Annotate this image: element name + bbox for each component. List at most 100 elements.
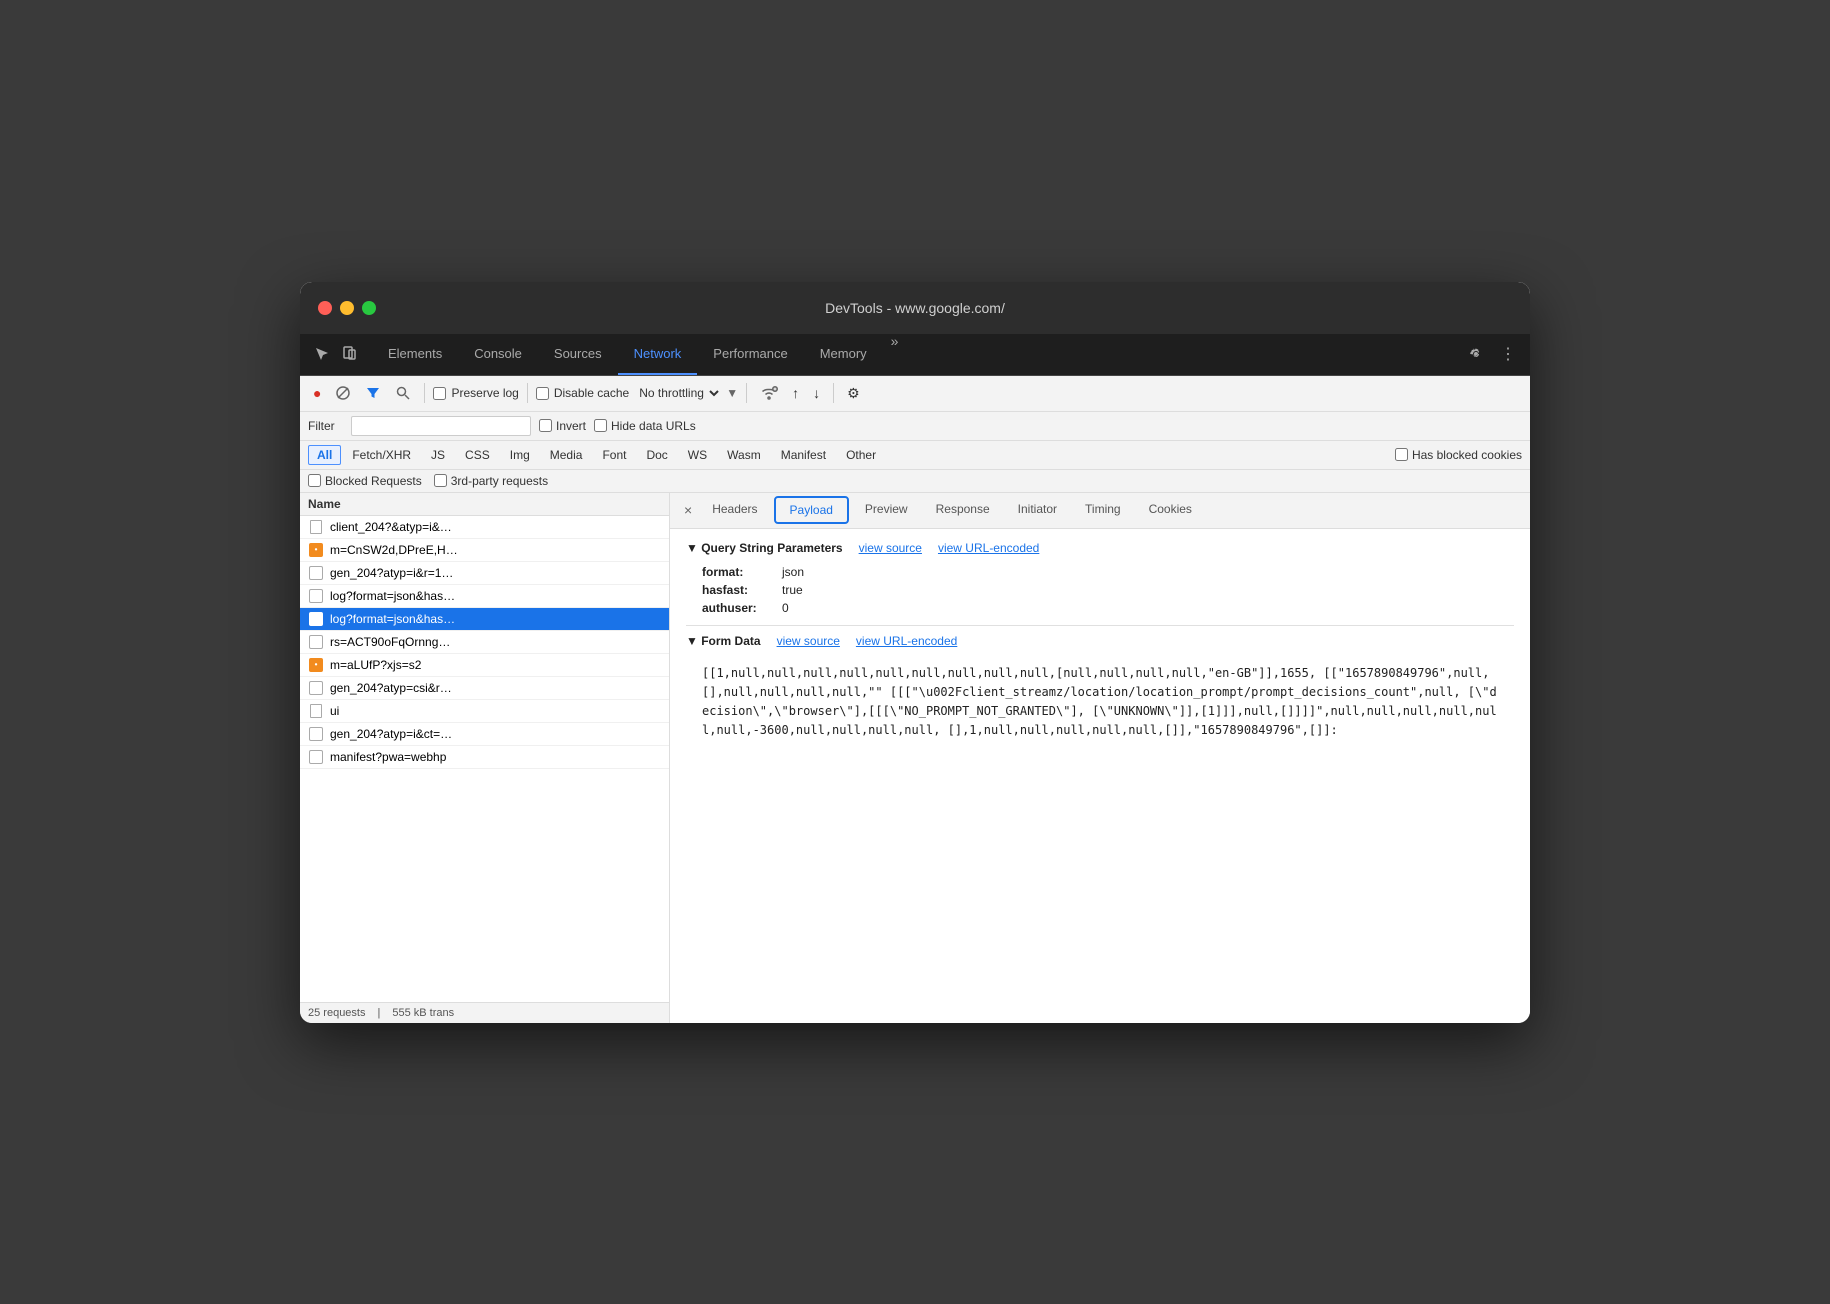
disable-cache-checkbox[interactable] xyxy=(536,387,549,400)
devtools-tab-bar: Elements Console Sources Network Perform… xyxy=(300,334,1530,376)
type-filter-other[interactable]: Other xyxy=(837,445,885,465)
preserve-log-label[interactable]: Preserve log xyxy=(433,386,518,400)
maximize-button[interactable] xyxy=(362,301,376,315)
form-data-content: [[1,null,null,null,null,null,null,null,n… xyxy=(686,656,1514,749)
request-item[interactable]: ui xyxy=(300,700,669,723)
param-format: format: json xyxy=(686,563,1514,581)
import-har-button[interactable]: ↑ xyxy=(787,381,804,405)
type-filter-css[interactable]: CSS xyxy=(456,445,499,465)
tab-cookies[interactable]: Cookies xyxy=(1135,493,1206,529)
tab-timing[interactable]: Timing xyxy=(1071,493,1135,529)
query-view-source-link[interactable]: view source xyxy=(859,541,922,555)
request-list: client_204?&atyp=i&… • m=CnSW2d,DPreE,H…… xyxy=(300,516,669,1002)
disable-cache-label[interactable]: Disable cache xyxy=(536,386,629,400)
request-item[interactable]: gen_204?atyp=i&r=1… xyxy=(300,562,669,585)
detail-close-button[interactable]: × xyxy=(678,502,698,518)
query-section-header: ▼ Query String Parameters view source vi… xyxy=(686,541,1514,555)
request-item[interactable]: gen_204?atyp=csi&r… xyxy=(300,677,669,700)
param-hasfast: hasfast: true xyxy=(686,581,1514,599)
network-settings-button[interactable]: ⚙ xyxy=(842,381,865,406)
third-party-checkbox[interactable] xyxy=(434,474,447,487)
tab-initiator[interactable]: Initiator xyxy=(1004,493,1071,529)
tab-network[interactable]: Network xyxy=(618,333,698,375)
type-filter-all[interactable]: All xyxy=(308,445,341,465)
check-icon xyxy=(308,611,324,627)
blocked-requests-checkbox[interactable] xyxy=(308,474,321,487)
toolbar-separator-2 xyxy=(527,383,528,403)
filter-icon-button[interactable] xyxy=(360,381,386,405)
tab-payload[interactable]: Payload xyxy=(774,496,849,524)
more-tabs-button[interactable]: » xyxy=(883,333,907,375)
has-blocked-cookies-label[interactable]: Has blocked cookies xyxy=(1395,448,1522,462)
tab-elements[interactable]: Elements xyxy=(372,333,458,375)
invert-checkbox-label[interactable]: Invert xyxy=(539,419,586,433)
tab-console[interactable]: Console xyxy=(458,333,538,375)
throttle-select[interactable]: No throttling Fast 3G Slow 3G Offline xyxy=(633,383,722,403)
form-view-source-link[interactable]: view source xyxy=(777,634,840,648)
type-filter-row: All Fetch/XHR JS CSS Img Media Font Doc … xyxy=(300,441,1530,470)
detail-tab-bar: × Headers Payload Preview Response Initi… xyxy=(670,493,1530,529)
type-filter-fetch-xhr[interactable]: Fetch/XHR xyxy=(343,445,420,465)
request-list-header: Name xyxy=(300,493,669,516)
window-title: DevTools - www.google.com/ xyxy=(825,300,1005,316)
check-icon xyxy=(308,634,324,650)
device-icon-button[interactable] xyxy=(336,342,364,366)
type-filter-js[interactable]: JS xyxy=(422,445,454,465)
request-item[interactable]: client_204?&atyp=i&… xyxy=(300,516,669,539)
detail-panel: × Headers Payload Preview Response Initi… xyxy=(670,493,1530,1023)
param-value-hasfast: true xyxy=(782,583,803,597)
third-party-requests-label[interactable]: 3rd-party requests xyxy=(434,474,548,488)
request-item[interactable]: log?format=json&has… xyxy=(300,585,669,608)
form-section-title: ▼ Form Data xyxy=(686,634,761,648)
doc-icon xyxy=(308,519,324,535)
hide-data-urls-label[interactable]: Hide data URLs xyxy=(594,419,696,433)
cursor-icon-button[interactable] xyxy=(308,342,336,366)
tab-headers[interactable]: Headers xyxy=(698,493,771,529)
request-item[interactable]: • m=aLUfP?xjs=s2 xyxy=(300,654,669,677)
more-options-button[interactable]: ⋮ xyxy=(1494,340,1522,368)
type-filter-media[interactable]: Media xyxy=(541,445,592,465)
section-divider xyxy=(686,625,1514,626)
request-item[interactable]: gen_204?atyp=i&ct=… xyxy=(300,723,669,746)
tab-response[interactable]: Response xyxy=(922,493,1004,529)
request-item[interactable]: manifest?pwa=webhp xyxy=(300,746,669,769)
type-filter-ws[interactable]: WS xyxy=(679,445,716,465)
wifi-settings-button[interactable] xyxy=(755,381,783,405)
close-button[interactable] xyxy=(318,301,332,315)
tab-memory[interactable]: Memory xyxy=(804,333,883,375)
network-toolbar: ● Preserve log Disable cache No throttli… xyxy=(300,376,1530,412)
tab-preview[interactable]: Preview xyxy=(851,493,922,529)
invert-checkbox[interactable] xyxy=(539,419,552,432)
request-item-selected[interactable]: log?format=json&has… xyxy=(300,608,669,631)
param-value-authuser: 0 xyxy=(782,601,789,615)
type-filter-doc[interactable]: Doc xyxy=(637,445,676,465)
param-value-format: json xyxy=(782,565,804,579)
block-requests-button[interactable] xyxy=(330,381,356,405)
filter-input[interactable] xyxy=(351,416,531,436)
tab-performance[interactable]: Performance xyxy=(697,333,803,375)
query-view-urlencoded-link[interactable]: view URL-encoded xyxy=(938,541,1039,555)
blocked-row: Blocked Requests 3rd-party requests xyxy=(300,470,1530,493)
request-item[interactable]: • m=CnSW2d,DPreE,H… xyxy=(300,539,669,562)
has-blocked-cookies-checkbox[interactable] xyxy=(1395,448,1408,461)
minimize-button[interactable] xyxy=(340,301,354,315)
check-icon xyxy=(308,680,324,696)
type-filter-manifest[interactable]: Manifest xyxy=(772,445,835,465)
type-filter-img[interactable]: Img xyxy=(501,445,539,465)
preserve-log-checkbox[interactable] xyxy=(433,387,446,400)
doc-icon xyxy=(308,703,324,719)
form-view-urlencoded-link[interactable]: view URL-encoded xyxy=(856,634,957,648)
type-filter-font[interactable]: Font xyxy=(593,445,635,465)
settings-icon-button[interactable] xyxy=(1462,340,1490,368)
hide-data-urls-checkbox[interactable] xyxy=(594,419,607,432)
type-filter-wasm[interactable]: Wasm xyxy=(718,445,770,465)
blocked-requests-label[interactable]: Blocked Requests xyxy=(308,474,422,488)
toolbar-separator-1 xyxy=(424,383,425,403)
request-item[interactable]: rs=ACT90oFqOrnng… xyxy=(300,631,669,654)
tab-sources[interactable]: Sources xyxy=(538,333,618,375)
param-key-hasfast: hasfast: xyxy=(702,583,782,597)
record-button[interactable]: ● xyxy=(308,381,326,405)
request-count: 25 requests xyxy=(308,1007,365,1019)
search-icon-button[interactable] xyxy=(390,381,416,405)
export-har-button[interactable]: ↓ xyxy=(808,381,825,405)
